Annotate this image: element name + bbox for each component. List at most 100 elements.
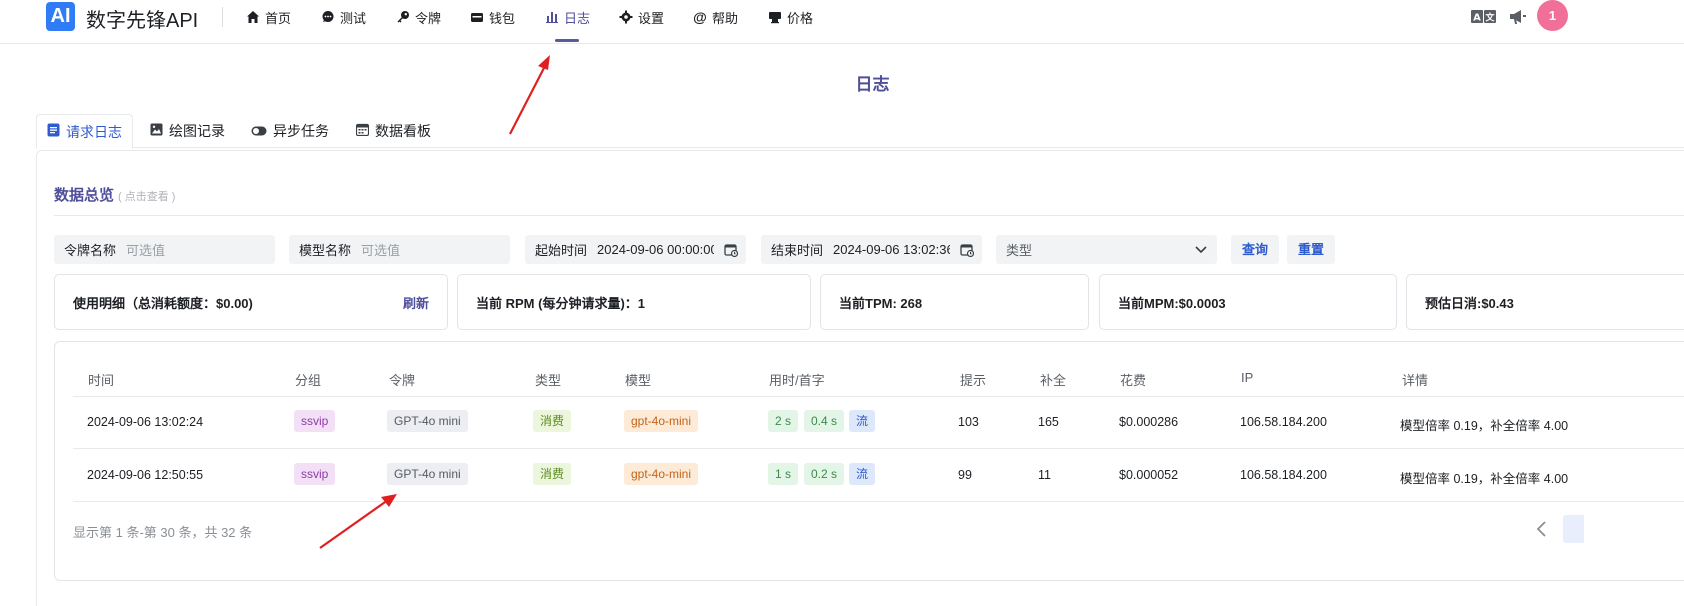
reset-button[interactable]: 重置 <box>1287 235 1336 264</box>
type-tag: 消费 <box>533 410 572 432</box>
type-select-placeholder: 类型 <box>1006 243 1033 258</box>
logo[interactable]: AI <box>46 2 75 31</box>
end-time-filter[interactable]: 结束时间 2024-09-06 13:02:36 <box>761 235 982 264</box>
tab-data-dashboard[interactable]: 数据看板 <box>346 114 441 148</box>
cell-completion: 165 <box>1038 415 1059 429</box>
column-header: 花费 <box>1120 373 1147 388</box>
first-token-tag: 0.4 s <box>804 410 845 432</box>
cell-ip: 106.58.184.200 <box>1240 415 1327 429</box>
top-navigation: AI 数字先锋API 首页 测试 令牌 钱包 日志 设置 @ 帮助 价格 A 文… <box>0 0 1684 44</box>
calendar-icon <box>355 123 370 139</box>
overview-hint: ( 点击查看 ) <box>118 191 176 203</box>
active-nav-indicator <box>555 39 579 42</box>
calendar-icon[interactable] <box>724 243 739 257</box>
stream-tag: 流 <box>849 463 876 485</box>
start-time-input[interactable]: 2024-09-06 00:00:00 <box>597 242 714 257</box>
tpm-card: 当前TPM: 268 <box>820 274 1089 330</box>
filter-label: 结束时间 <box>771 243 824 258</box>
page-title: 日志 <box>855 75 890 94</box>
nav-item-logs[interactable]: 日志 <box>545 6 590 28</box>
nav-item-home[interactable]: 首页 <box>246 6 291 28</box>
column-header: 时间 <box>88 373 115 388</box>
group-tag: ssvip <box>294 463 336 485</box>
chevron-down-icon <box>1195 242 1207 257</box>
nav-item-pricing[interactable]: 价格 <box>768 6 813 28</box>
nav-label: 钱包 <box>489 10 516 26</box>
model-name-input[interactable]: 可选值 <box>361 240 400 259</box>
tab-drawing-records[interactable]: 绘图记录 <box>140 114 235 148</box>
cell-prompt: 103 <box>958 415 979 429</box>
usage-detail-text: 使用明细（总消耗额度：$0.00) <box>73 295 253 311</box>
tab-label: 数据看板 <box>375 123 431 139</box>
cell-detail: 模型倍率 0.19，补全倍率 4.00 <box>1400 419 1569 433</box>
refresh-button[interactable]: 刷新 <box>403 293 429 312</box>
column-header: 详情 <box>1402 373 1429 388</box>
start-time-filter[interactable]: 起始时间 2024-09-06 00:00:00 <box>525 235 746 264</box>
filter-label: 模型名称 <box>299 243 352 258</box>
svg-text:A: A <box>1473 13 1481 24</box>
model-tag[interactable]: gpt-4o-mini <box>624 463 699 485</box>
cell-time: 2024-09-06 12:50:55 <box>87 468 204 482</box>
model-name-filter[interactable]: 模型名称 可选值 <box>289 235 510 264</box>
nav-item-help[interactable]: @ 帮助 <box>693 6 738 28</box>
tab-label: 请求日志 <box>66 123 122 140</box>
model-tag[interactable]: gpt-4o-mini <box>624 410 699 432</box>
nav-label: 令牌 <box>415 10 442 26</box>
price-icon <box>768 10 782 24</box>
first-token-tag: 0.2 s <box>804 463 845 485</box>
tab-label: 绘图记录 <box>169 123 225 139</box>
column-header: 模型 <box>625 373 652 388</box>
nav-divider <box>222 7 223 27</box>
nav-label: 价格 <box>787 10 814 26</box>
rpm-card: 当前 RPM (每分钟请求量)：1 <box>457 274 811 330</box>
announcement-icon[interactable] <box>1509 8 1527 26</box>
page-number-button[interactable] <box>1563 515 1584 543</box>
document-icon <box>47 123 60 140</box>
column-header: 补全 <box>1040 373 1067 388</box>
avatar[interactable]: 1 <box>1537 0 1568 31</box>
pagination-summary: 显示第 1 条-第 30 条，共 32 条 <box>73 525 253 540</box>
svg-text:文: 文 <box>1484 12 1495 24</box>
calendar-icon[interactable] <box>960 243 975 257</box>
column-header: 分组 <box>295 373 322 388</box>
tpm-text: 当前TPM: 268 <box>839 295 923 311</box>
cell-detail: 模型倍率 0.19，补全倍率 4.00 <box>1400 472 1569 486</box>
nav-item-wallet[interactable]: 钱包 <box>470 6 515 28</box>
tab-async-tasks[interactable]: 异步任务 <box>241 114 339 148</box>
row-divider <box>73 448 1684 449</box>
type-select[interactable]: 类型 <box>996 235 1217 264</box>
nav-label: 首页 <box>265 10 292 26</box>
nav-item-token[interactable]: 令牌 <box>396 6 441 28</box>
daily-estimate-card: 预估日消:$0.43 <box>1406 274 1684 330</box>
bar-chart-icon <box>545 10 559 24</box>
duration-tag: 2 s <box>768 410 799 432</box>
nav-label: 测试 <box>340 10 367 26</box>
brand-name[interactable]: 数字先锋API <box>86 4 198 33</box>
rpm-text: 当前 RPM (每分钟请求量)：1 <box>476 295 646 311</box>
data-overview-title[interactable]: 数据总览( 点击查看 ) <box>54 184 175 205</box>
chevron-left-icon[interactable] <box>1534 520 1550 538</box>
cell-cost: $0.000286 <box>1119 415 1179 429</box>
token-name-input[interactable]: 可选值 <box>126 240 165 259</box>
gear-icon <box>619 10 633 24</box>
nav-item-settings[interactable]: 设置 <box>619 6 664 28</box>
cell-completion: 11 <box>1038 468 1051 482</box>
nav-item-test[interactable]: 测试 <box>321 6 366 28</box>
usage-detail-card: 使用明细（总消耗额度：$0.00) 刷新 <box>54 274 448 330</box>
image-icon <box>150 123 163 139</box>
token-tag[interactable]: GPT-4o mini <box>387 463 468 485</box>
mpm-text: 当前MPM:$0.0003 <box>1118 295 1226 311</box>
end-time-input[interactable]: 2024-09-06 13:02:36 <box>833 242 950 257</box>
language-icon[interactable]: A文 <box>1471 8 1497 26</box>
duration-tag: 1 s <box>768 463 799 485</box>
overview-divider <box>54 215 1684 216</box>
column-header: 类型 <box>535 373 562 388</box>
token-name-filter[interactable]: 令牌名称 可选值 <box>54 235 275 264</box>
key-icon <box>396 10 410 24</box>
cell-time: 2024-09-06 13:02:24 <box>87 415 204 429</box>
group-tag: ssvip <box>294 410 336 432</box>
token-tag[interactable]: GPT-4o mini <box>387 410 468 432</box>
tab-request-log[interactable]: 请求日志 <box>36 114 133 149</box>
query-button[interactable]: 查询 <box>1231 235 1280 264</box>
filter-label: 令牌名称 <box>64 243 117 258</box>
